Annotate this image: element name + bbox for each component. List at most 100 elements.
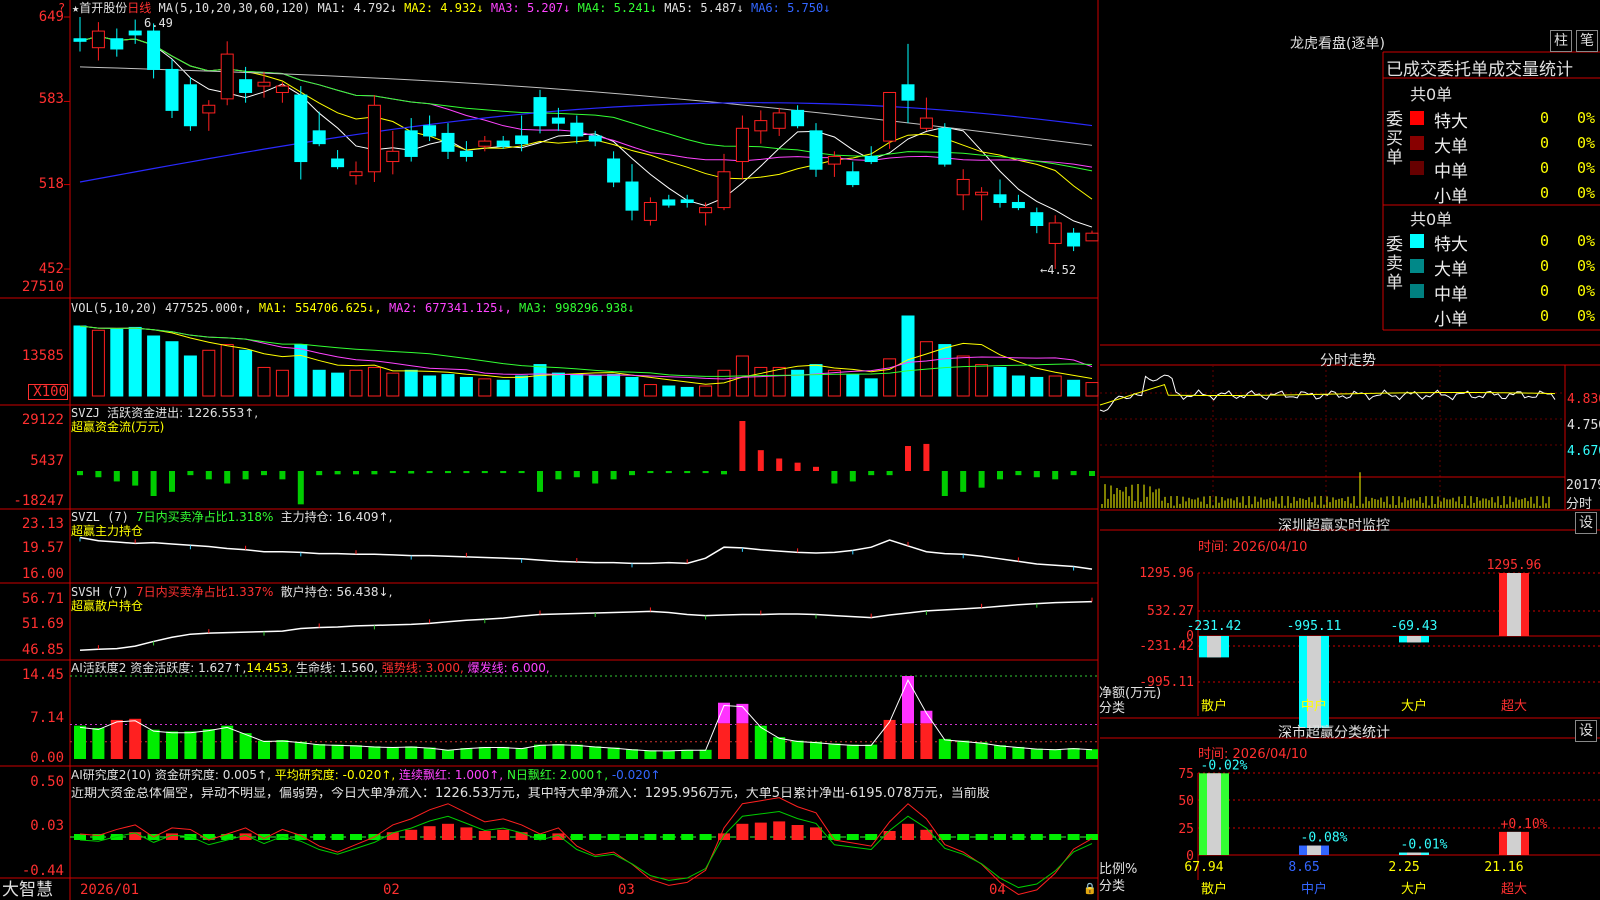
ai-research-p4: N日飘红: 2.000↑,: [506, 768, 609, 782]
candle-body: [1030, 212, 1044, 227]
research-bar: [902, 823, 914, 840]
research-bar: [810, 827, 822, 840]
activity-bar: [589, 746, 602, 759]
candle-body: [772, 112, 786, 129]
realtime-bar: [1199, 636, 1229, 658]
tick-mode-button[interactable]: 笔: [1576, 30, 1598, 52]
volume-bar: [1048, 375, 1062, 397]
classify-x-title: 分类: [1099, 879, 1126, 894]
activity-bar: [258, 740, 270, 759]
money-flow-bar: [905, 446, 911, 471]
candle-body: [73, 38, 87, 42]
candle-body: [367, 104, 381, 173]
research-bar: [846, 834, 859, 840]
activity-bar: [515, 748, 528, 759]
activity-bar: [294, 741, 307, 759]
order-row: 大单 0 0%: [1410, 255, 1600, 280]
candle-body: [257, 81, 271, 87]
money-flow-bar: [868, 471, 875, 476]
volume-bar: [846, 374, 860, 397]
period-label[interactable]: 日线: [127, 1, 151, 15]
order-percent: 0%: [1577, 307, 1596, 325]
candle-body: [1085, 232, 1099, 242]
realtime-bar-shine: [1507, 573, 1521, 636]
money-flow-bar: [150, 471, 157, 496]
volume-bar: [607, 374, 621, 397]
money-flow-bar: [463, 471, 470, 474]
volume-bar: [257, 366, 271, 397]
activity-bar: [350, 745, 362, 759]
intraday-vol-label: 20179: [1566, 478, 1600, 493]
realtime-time: 时间: 2026/04/10: [1198, 540, 1308, 555]
realtime-category: 散户: [1201, 698, 1227, 714]
volume-bar: [901, 315, 915, 397]
money-flow-bar: [316, 471, 323, 476]
lock-icon[interactable]: 🔒: [1083, 882, 1097, 896]
activity-bar: [1067, 748, 1080, 759]
candle-body: [1067, 232, 1081, 247]
volume-bar: [386, 372, 400, 397]
volume-bar: [772, 366, 786, 397]
candle-body: [533, 97, 547, 127]
order-color-swatch: [1410, 186, 1424, 200]
activity-bar: [773, 737, 786, 759]
svsh-desc1: 7日内买卖净占比1.337%: [136, 585, 274, 599]
activity-bar: [129, 718, 142, 759]
svzl-header: SVZL (7) 7日内买卖净占比1.318% 主力持仓: 16.409↑,: [71, 510, 392, 524]
realtime-bar-shine: [1307, 636, 1321, 728]
bar-mode-button[interactable]: 柱: [1550, 30, 1572, 52]
candle-body: [901, 84, 915, 101]
research-bar: [681, 834, 694, 840]
candle-body: [846, 171, 860, 186]
svsh-tick: 56.71: [21, 591, 64, 607]
ai-active-tick: 0.00: [30, 750, 64, 766]
ai-active-p3: 生命线: 1.560,: [295, 661, 378, 675]
date-label: 03: [618, 882, 635, 898]
research-bar: [1086, 834, 1098, 840]
stock-name[interactable]: 首开股份: [79, 1, 127, 15]
ai-active-tick: 14.45: [21, 667, 64, 683]
ai-research-header: AI研究度2(10) 资金研究度: 0.005↑, 平均研究度: -0.020↑…: [71, 768, 661, 782]
price-tick: 583: [38, 91, 64, 107]
realtime-settings-button[interactable]: 设: [1575, 512, 1597, 534]
money-flow-bar: [757, 450, 764, 471]
svzj-tick: -18247: [13, 493, 64, 509]
classify-settings-button[interactable]: 设: [1575, 720, 1597, 742]
money-flow-bar: [555, 471, 562, 480]
candle-body: [91, 30, 105, 49]
order-type-label: 小单: [1434, 310, 1468, 330]
classify-bar: [1499, 831, 1529, 855]
kline-chart-area[interactable]: 1295.96532.270-231.42-995.11-231.42散户-99…: [0, 0, 1600, 900]
candle-body: [478, 140, 492, 147]
activity-bar-top: [902, 676, 914, 724]
activity-bar: [626, 749, 638, 759]
volume-bar: [1030, 376, 1044, 397]
activity-bar: [662, 750, 675, 759]
activity-bar: [1049, 749, 1062, 759]
money-flow-bar: [923, 443, 930, 471]
volume-bar: [1011, 375, 1025, 397]
ai-active-header: AI活跃度2 资金活跃度: 1.627↑,14.453, 生命线: 1.560,…: [71, 661, 550, 675]
research-bar: [957, 834, 970, 840]
candle-body: [699, 207, 713, 214]
money-flow-bar: [1015, 471, 1022, 476]
research-bar: [460, 827, 473, 840]
svzj-tick: 5437: [30, 453, 64, 469]
research-bar: [350, 834, 362, 840]
realtime-bar-label: -69.43: [1391, 619, 1438, 634]
realtime-x-title: 分类: [1099, 701, 1126, 716]
sell-side-label: 委卖单: [1386, 235, 1403, 293]
order-percent: 0%: [1577, 109, 1596, 127]
classify-bar: [1399, 852, 1429, 855]
classify-category: 大户: [1401, 881, 1427, 897]
candle-body: [809, 130, 823, 170]
order-count: 0: [1540, 109, 1550, 127]
ai-active-p2: 14.453,: [246, 661, 293, 675]
classify-value-label: 21.16: [1484, 860, 1523, 875]
research-bar: [920, 829, 933, 840]
ai-active-tick: 7.14: [30, 710, 64, 726]
ai-research-p3: 连续飘红: 1.000↑,: [399, 768, 504, 782]
activity-bar: [442, 749, 454, 759]
research-bar: [294, 834, 307, 840]
intraday-price: 4.750: [1567, 418, 1600, 433]
